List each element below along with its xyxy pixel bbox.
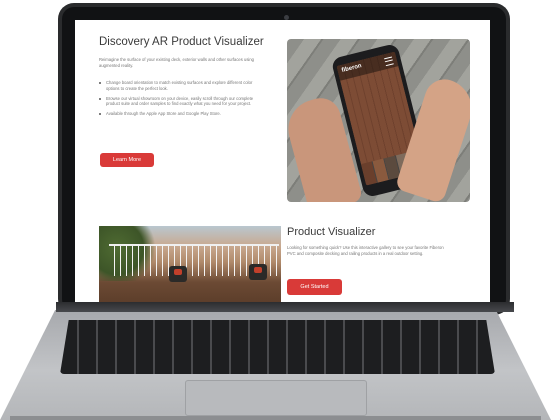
ar-feature-item: Change board orientation to match existi… [99,80,254,92]
get-started-button[interactable]: Get Started [287,279,342,295]
phone-app-logo: fiberon [341,63,363,74]
learn-more-button[interactable]: Learn More [100,153,154,167]
laptop-base [0,302,551,420]
ar-visualizer-title: Discovery AR Product Visualizer [99,36,264,48]
chair-cushion [254,267,262,273]
laptop-screen: Discovery AR Product Visualizer Reimagin… [75,20,490,302]
laptop-hinge [56,302,514,312]
trackpad [185,380,367,416]
laptop-base-edge [10,416,541,420]
deck-photo [99,226,281,302]
phone-app-header: fiberon [336,51,399,81]
ar-feature-item: Browse our virtual showroom on your devi… [99,96,254,108]
keyboard [60,320,495,374]
ar-visualizer-intro: Reimagine the surface of your existing d… [99,57,255,68]
phone-app-photo: fiberon [287,39,470,202]
product-visualizer-title: Product Visualizer [287,226,376,238]
product-visualizer-text: Looking for something quick? Use this in… [287,245,444,256]
chair-cushion [174,269,182,275]
ar-feature-item: Available through the Apple App Store an… [99,111,254,117]
hamburger-menu-icon [384,56,394,67]
laptop: Discovery AR Product Visualizer Reimagin… [0,0,551,420]
ar-feature-list: Change board orientation to match existi… [99,80,254,121]
